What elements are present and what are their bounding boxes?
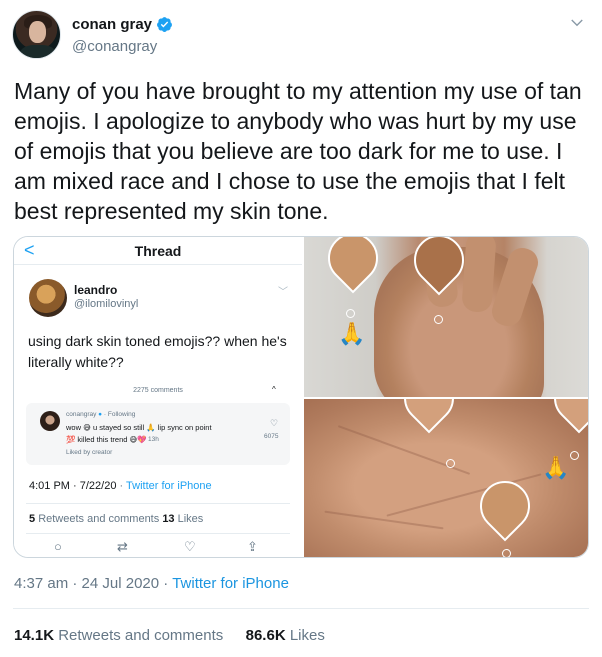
reply-avatar (40, 411, 60, 431)
screenshot-image[interactable]: < Thread leandro @ilomilovinyl ﹀ using d… (14, 237, 302, 557)
screenshot-avatar (29, 279, 67, 317)
divider (26, 533, 290, 534)
tan-swatch-drop-bottom (469, 470, 541, 542)
skin-photo-bottom[interactable]: 🙏 (304, 399, 588, 557)
author-avatar[interactable] (12, 10, 61, 59)
screenshot-chevron-icon: ﹀ (278, 287, 288, 298)
screenshot-comments-label: 2275 comments (133, 387, 183, 394)
likes-count: 86.6K (245, 627, 286, 644)
screenshot-handle: @ilomilovinyl (74, 298, 139, 310)
light-swatch-drop (393, 399, 465, 434)
heart-outline-icon: ♡ (270, 418, 279, 428)
tweet-source-link[interactable]: Twitter for iPhone (172, 575, 289, 592)
reply-like-count: 6075 (264, 433, 279, 440)
screenshot-date: 4:01 PM · 7/22/20 · Twitter for iPhone (29, 480, 212, 492)
tweet-header: conan gray @conangray (12, 10, 590, 64)
like-icon: ♡ (184, 539, 196, 554)
screenshot-text: using dark skin toned emojis?? when he's… (28, 333, 287, 370)
author-name-row: conan gray (72, 16, 173, 33)
share-icon: ⇪ (247, 539, 258, 554)
pray-emoji-icon: 🙏 (542, 455, 570, 480)
screenshot-reply: conangray ● · Following wow 😅 u stayed s… (26, 403, 290, 465)
divider (13, 608, 589, 609)
tweet-meta: 4:37 am · 24 Jul 2020 · Twitter for iPho… (14, 575, 289, 592)
screenshot-title: Thread (134, 243, 182, 259)
light-swatch-drop-right (543, 399, 588, 434)
hand-photo-top[interactable]: 🙏 (304, 237, 588, 397)
tan-swatch-drop (317, 237, 389, 294)
author-handle[interactable]: @conangray (72, 38, 157, 55)
verified-badge-icon (157, 17, 172, 32)
author-display-name[interactable]: conan gray (72, 16, 152, 33)
meta-separator: · (72, 575, 78, 592)
screenshot-user: leandro (74, 283, 118, 297)
reply-time: 13h (148, 436, 159, 443)
tweet-media[interactable]: < Thread leandro @ilomilovinyl ﹀ using d… (13, 236, 589, 558)
reply-name: conangray ● · Following (66, 411, 136, 418)
tweet-date[interactable]: 24 Jul 2020 (82, 575, 160, 592)
likes-link[interactable]: 86.6K Likes (246, 627, 325, 644)
retweet-icon: ⇄ (117, 539, 128, 554)
tweet-stats: 14.1K Retweets and comments 86.6K Likes (14, 627, 325, 644)
meta-separator: · (163, 575, 169, 592)
chevron-down-icon[interactable] (568, 14, 586, 32)
screenshot-up-icon: ^ (272, 385, 276, 394)
pray-emoji-icon: 🙏 (338, 321, 366, 346)
reply-line2: 💯 killed this trend 😅💖 (66, 435, 147, 444)
reply-icon: ○ (54, 539, 62, 554)
tweet-time[interactable]: 4:37 am (14, 575, 68, 592)
retweets-link[interactable]: 14.1K Retweets and comments (14, 627, 223, 644)
tweet-text: Many of you have brought to my attention… (14, 78, 582, 224)
screenshot-stats: 5 Retweets and comments 13 Likes (29, 513, 204, 525)
retweets-count: 14.1K (14, 627, 55, 644)
screenshot-actions: ○ ⇄ ♡ ⇪ (14, 539, 302, 557)
reply-line1: wow 😅 u stayed so still 🙏 lip sync on po… (66, 423, 212, 432)
likes-label: Likes (289, 627, 325, 644)
retweets-label: Retweets and comments (58, 627, 224, 644)
reply-liked: Liked by creator (66, 449, 113, 456)
divider (26, 503, 290, 504)
screenshot-nav: < Thread (14, 237, 302, 265)
